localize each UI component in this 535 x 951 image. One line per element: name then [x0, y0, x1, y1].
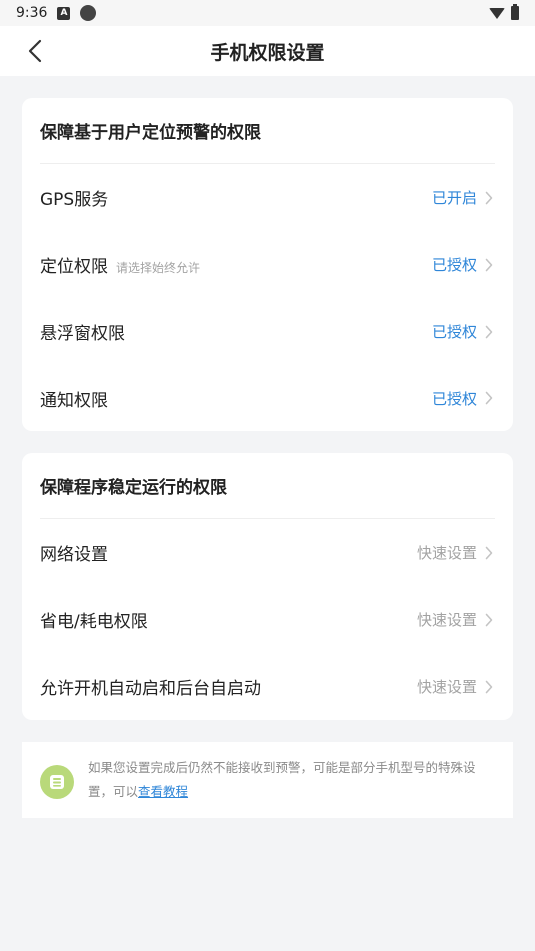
row-hint: 请选择始终允许 [116, 261, 201, 275]
notification-dot-icon [80, 5, 97, 21]
row-left: 允许开机自动启和后台自启动 [40, 674, 261, 699]
row-label: 定位权限 [40, 257, 108, 277]
row-autostart-permission[interactable]: 允许开机自动启和后台自启动 快速设置 [40, 653, 495, 720]
chevron-left-icon [28, 39, 42, 63]
chevron-right-icon [483, 191, 495, 205]
row-floating-window-permission[interactable]: 悬浮窗权限 已授权 [40, 298, 495, 365]
chevron-right-icon [483, 613, 495, 627]
row-left: 通知权限 [40, 386, 108, 411]
row-right: 已授权 [432, 321, 495, 342]
row-right: 快速设置 [417, 676, 495, 697]
wifi-icon [489, 7, 505, 19]
status-text: 快速设置 [416, 678, 477, 696]
notice-text: 如果您设置完成后仍然不能接收到预警，可能是部分手机型号的特殊设置，可以查看教程 [88, 756, 495, 804]
content: 保障基于用户定位预警的权限 GPS服务 已开启 定位权限 请选择始终允许 已授权 [0, 76, 535, 818]
status-left: 9:36 A [16, 5, 97, 21]
status-bar: 9:36 A [0, 0, 535, 26]
status-text: 已开启 [431, 189, 477, 207]
row-label: 悬浮窗权限 [40, 324, 125, 344]
row-label: 省电/耗电权限 [40, 612, 148, 632]
status-right [489, 4, 519, 20]
row-right: 快速设置 [417, 609, 495, 630]
row-network-settings[interactable]: 网络设置 快速设置 [40, 519, 495, 586]
chevron-right-icon [483, 546, 495, 560]
view-tutorial-link[interactable]: 查看教程 [138, 784, 188, 799]
chevron-right-icon [483, 258, 495, 272]
chevron-right-icon [483, 325, 495, 339]
status-text: 已授权 [431, 389, 477, 408]
info-badge-icon [40, 765, 74, 799]
status-text: 快速设置 [416, 611, 477, 629]
row-label: 允许开机自动启和后台自启动 [40, 679, 261, 699]
row-label: GPS服务 [40, 190, 109, 210]
status-text: 快速设置 [416, 544, 477, 562]
row-left: 网络设置 [40, 540, 108, 565]
row-gps-service[interactable]: GPS服务 已开启 [40, 164, 495, 231]
section-title: 保障程序稳定运行的权限 [40, 453, 495, 519]
stability-permissions-card: 保障程序稳定运行的权限 网络设置 快速设置 省电/耗电权限 快速设置 允许开机自… [22, 453, 513, 720]
chevron-right-icon [483, 680, 495, 694]
row-left: 定位权限 请选择始终允许 [40, 252, 200, 277]
row-label: 网络设置 [40, 545, 108, 565]
notice-box: 如果您设置完成后仍然不能接收到预警，可能是部分手机型号的特殊设置，可以查看教程 [22, 742, 513, 818]
status-time: 9:36 [16, 5, 48, 21]
page-title: 手机权限设置 [210, 41, 325, 64]
section-title: 保障基于用户定位预警的权限 [40, 98, 495, 164]
row-left: 省电/耗电权限 [40, 607, 148, 632]
row-location-permission[interactable]: 定位权限 请选择始终允许 已授权 [40, 231, 495, 298]
row-label: 通知权限 [40, 390, 108, 411]
row-battery-permission[interactable]: 省电/耗电权限 快速设置 [40, 586, 495, 653]
app-header: 手机权限设置 [0, 26, 535, 76]
row-left: GPS服务 [40, 185, 108, 210]
notification-a-icon: A [57, 6, 71, 20]
chevron-right-icon [483, 391, 495, 405]
row-notification-permission[interactable]: 通知权限 已授权 [40, 365, 495, 431]
battery-icon [511, 4, 519, 20]
status-text: 已授权 [431, 323, 477, 341]
row-left: 悬浮窗权限 [40, 319, 125, 344]
status-text: 已授权 [431, 256, 477, 274]
location-permissions-card: 保障基于用户定位预警的权限 GPS服务 已开启 定位权限 请选择始终允许 已授权 [22, 98, 513, 431]
row-right: 快速设置 [417, 542, 495, 563]
row-right: 已开启 [432, 187, 495, 208]
row-right: 已授权 [432, 254, 495, 275]
back-button[interactable] [22, 38, 48, 64]
row-right: 已授权 [432, 388, 495, 409]
